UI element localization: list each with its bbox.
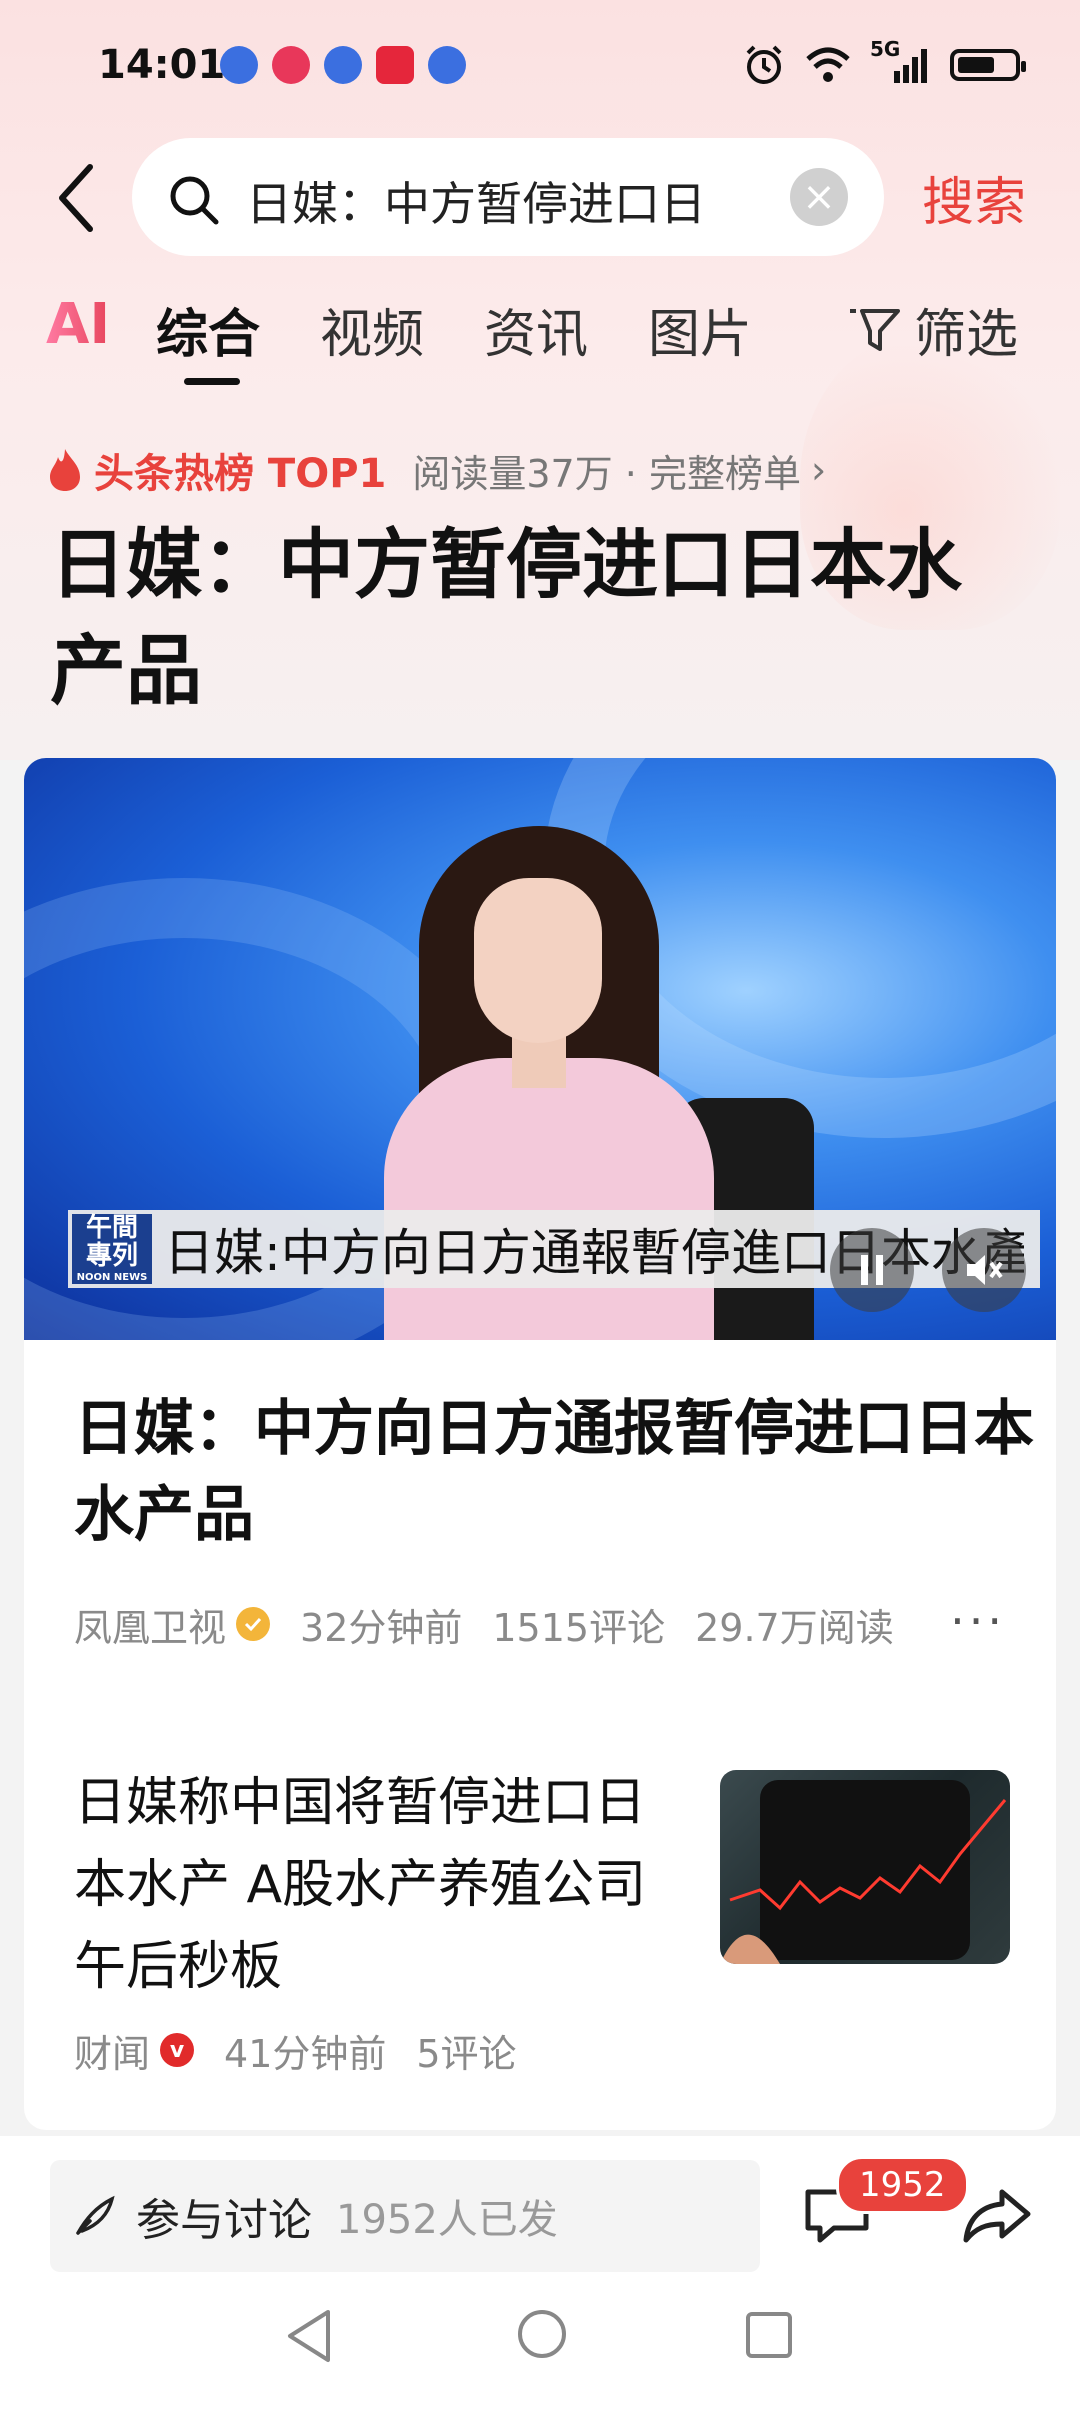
alarm-icon bbox=[746, 45, 782, 84]
pen-icon bbox=[76, 2195, 115, 2235]
article-title[interactable]: 日媒：中方向日方通报暂停进口日本水产品 bbox=[74, 1386, 1034, 1558]
pause-button[interactable] bbox=[830, 1228, 914, 1312]
article-meta: 凤凰卫视 32分钟前 1515评论 29.7万阅读 bbox=[74, 1594, 894, 1654]
channel-logo: 午間 專列 NOON NEWS bbox=[72, 1214, 152, 1284]
filter-label: 筛选 bbox=[914, 305, 1019, 365]
battery-icon bbox=[950, 49, 1026, 81]
article-meta-2: 财闻 v 41分钟前 5评论 bbox=[74, 2020, 517, 2080]
verified-icon bbox=[236, 1607, 271, 1641]
status-icons: 5G bbox=[742, 37, 1026, 90]
notification-app-icon bbox=[324, 46, 362, 84]
article-time: 32分钟前 bbox=[300, 1605, 463, 1650]
hot-rank-row[interactable]: 头条热榜 TOP1 阅读量37万 · 完整榜单 › bbox=[46, 440, 826, 500]
active-tab-indicator bbox=[184, 378, 240, 385]
notification-app-icon bbox=[428, 46, 466, 84]
chevron-right-icon: › bbox=[810, 448, 827, 492]
article-time-2: 41分钟前 bbox=[224, 2031, 387, 2076]
wifi-icon bbox=[806, 47, 850, 82]
nav-back-icon[interactable] bbox=[282, 2306, 338, 2366]
search-button[interactable]: 搜索 bbox=[922, 160, 1026, 235]
filter-icon bbox=[850, 308, 900, 351]
status-bar: 14:01 5G bbox=[0, 0, 1080, 130]
article-thumbnail[interactable] bbox=[720, 1770, 1010, 1964]
tab-images[interactable]: 图片 bbox=[648, 292, 752, 367]
tab-video[interactable]: 视频 bbox=[320, 292, 424, 367]
channel-logo-line2: 專列 bbox=[85, 1241, 138, 1271]
discuss-input[interactable]: 参与讨论 1952人已发 bbox=[50, 2160, 760, 2272]
article-comments-2: 5评论 bbox=[416, 2031, 517, 2076]
pause-icon bbox=[861, 1255, 883, 1285]
notification-video-app-icon bbox=[272, 46, 310, 84]
search-icon bbox=[170, 176, 219, 225]
video-player[interactable]: 午間 專列 NOON NEWS 日媒:中方向日方通報暫停進口日本水產品 bbox=[24, 758, 1056, 1340]
search-tabs: AI 综合 视频 资讯 图片 筛选 bbox=[0, 292, 1080, 392]
share-icon bbox=[963, 2189, 1031, 2243]
flame-icon bbox=[50, 449, 80, 491]
article-reads: 29.7万阅读 bbox=[695, 1605, 894, 1650]
share-button[interactable] bbox=[958, 2176, 1038, 2256]
nav-recents-icon[interactable] bbox=[742, 2308, 796, 2362]
status-time: 14:01 bbox=[98, 42, 226, 88]
v-verified-icon: v bbox=[160, 2033, 195, 2067]
discuss-count: 1952人已发 bbox=[336, 2197, 558, 2243]
channel-logo-sub: NOON NEWS bbox=[76, 1272, 148, 1283]
article-title-2[interactable]: 日媒称中国将暂停进口日本水产 A股水产养殖公司午后秒板 bbox=[74, 1762, 684, 2008]
article-comments: 1515评论 bbox=[492, 1605, 666, 1650]
discuss-label: 参与讨论 bbox=[136, 2195, 312, 2246]
stock-chart-thumbnail-graphic bbox=[720, 1780, 1007, 1964]
system-navigation-bar bbox=[0, 2276, 1080, 2412]
clear-search-button[interactable]: × bbox=[790, 168, 848, 226]
volume-mute-icon bbox=[967, 1255, 1003, 1285]
more-options-button[interactable]: ··· bbox=[950, 1594, 1006, 1648]
tab-comprehensive[interactable]: 综合 bbox=[156, 292, 260, 367]
topic-title: 日媒：中方暂停进口日本水产品 bbox=[50, 520, 962, 715]
nav-home-icon[interactable] bbox=[514, 2306, 570, 2362]
results-card: 午間 專列 NOON NEWS 日媒:中方向日方通報暫停進口日本水產品 日媒：中… bbox=[24, 758, 1056, 2130]
news-anchor-body bbox=[384, 1058, 714, 1340]
news-anchor-face bbox=[474, 878, 602, 1043]
more-icon: ··· bbox=[950, 1594, 1006, 1648]
close-icon: × bbox=[802, 174, 836, 220]
tab-ai[interactable]: AI bbox=[46, 292, 110, 357]
hot-rank-meta: 阅读量37万 · 完整榜单 bbox=[412, 451, 801, 496]
filter-button[interactable]: 筛选 bbox=[846, 292, 1018, 367]
article-source[interactable]: 凤凰卫视 bbox=[74, 1597, 226, 1652]
search-query[interactable]: 日媒：中方暂停进口日 bbox=[246, 168, 766, 234]
comment-count-badge: 1952 bbox=[836, 2156, 969, 2214]
hot-rank-label: 头条热榜 TOP1 bbox=[94, 451, 387, 497]
notification-app-icon bbox=[220, 46, 258, 84]
bottom-action-bar: 参与讨论 1952人已发 1952 bbox=[0, 2136, 1080, 2276]
tab-news[interactable]: 资讯 bbox=[484, 292, 588, 367]
article-source-2[interactable]: 财闻 bbox=[74, 2023, 150, 2078]
chevron-left-icon bbox=[59, 164, 93, 232]
cellular-signal-icon: 5G bbox=[870, 37, 932, 87]
channel-logo-line1: 午間 bbox=[85, 1213, 138, 1243]
notification-shopping-app-icon bbox=[376, 46, 414, 84]
search-input[interactable]: 日媒：中方暂停进口日 × bbox=[132, 138, 884, 256]
back-button[interactable] bbox=[46, 158, 106, 238]
mute-button[interactable] bbox=[942, 1228, 1026, 1312]
